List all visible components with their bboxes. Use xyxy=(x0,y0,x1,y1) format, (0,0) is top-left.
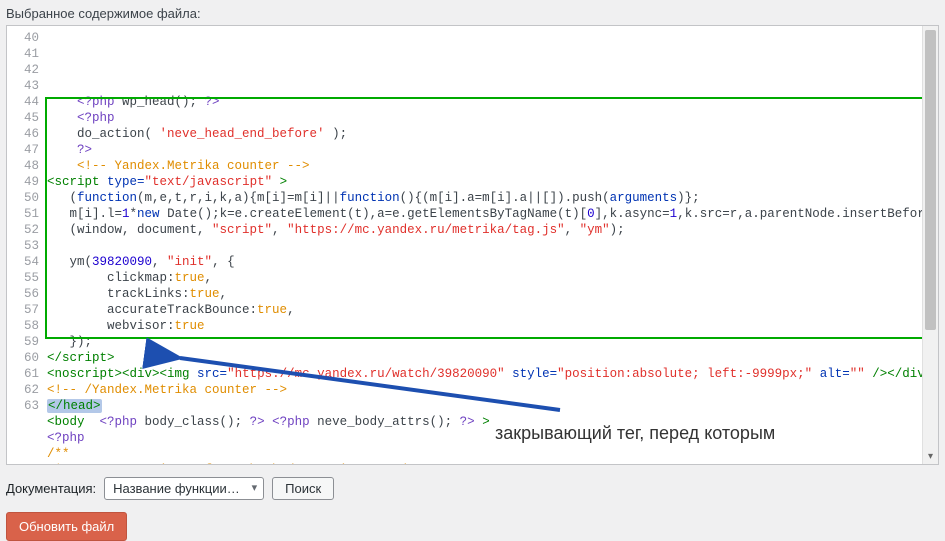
code-line[interactable]: <?php wp_head(); ?> xyxy=(47,94,922,110)
search-button[interactable]: Поиск xyxy=(272,477,334,500)
code-line[interactable]: (function(m,e,t,r,i,k,a){m[i]=m[i]||func… xyxy=(47,190,922,206)
code-line[interactable]: (window, document, "script", "https://mc… xyxy=(47,222,922,238)
line-number: 53 xyxy=(7,238,39,254)
update-file-button[interactable]: Обновить файл xyxy=(6,512,127,541)
code-line[interactable]: }); xyxy=(47,334,922,350)
line-number: 40 xyxy=(7,30,39,46)
line-number: 50 xyxy=(7,190,39,206)
line-number: 57 xyxy=(7,302,39,318)
line-number: 61 xyxy=(7,366,39,382)
code-line[interactable]: <script type="text/javascript" > xyxy=(47,174,922,190)
code-line[interactable]: <body <?php body_class(); ?> <?php neve_… xyxy=(47,414,922,430)
code-editor[interactable]: 4041424344454647484950515253545556575859… xyxy=(6,25,939,465)
line-number: 49 xyxy=(7,174,39,190)
line-number: 58 xyxy=(7,318,39,334)
line-number: 62 xyxy=(7,382,39,398)
line-number: 52 xyxy=(7,222,39,238)
code-line[interactable]: m[i].l=1*new Date();k=e.createElement(t)… xyxy=(47,206,922,222)
code-line[interactable]: trackLinks:true, xyxy=(47,286,922,302)
code-line[interactable]: <!-- /Yandex.Metrika counter --> xyxy=(47,382,922,398)
line-number: 43 xyxy=(7,78,39,94)
code-line[interactable]: </head> xyxy=(47,398,922,414)
code-area[interactable]: закрывающий тег, перед которым нужно вст… xyxy=(47,30,922,464)
line-number: 59 xyxy=(7,334,39,350)
function-select[interactable]: Название функции… xyxy=(104,477,264,500)
code-line[interactable]: webvisor:true xyxy=(47,318,922,334)
code-line[interactable]: </script> xyxy=(47,350,922,366)
panel-label: Выбранное содержимое файла: xyxy=(0,0,945,25)
line-number: 47 xyxy=(7,142,39,158)
line-number: 42 xyxy=(7,62,39,78)
line-gutter: 4041424344454647484950515253545556575859… xyxy=(7,30,47,464)
line-number: 44 xyxy=(7,94,39,110)
vertical-scrollbar[interactable]: ▴ ▾ xyxy=(922,26,938,464)
line-number: 45 xyxy=(7,110,39,126)
line-number: 56 xyxy=(7,286,39,302)
code-line[interactable]: <?php xyxy=(47,430,922,446)
code-line[interactable]: * Executes actions after the body tag is… xyxy=(47,462,922,464)
code-line[interactable]: <?php xyxy=(47,110,922,126)
line-number: 63 xyxy=(7,398,39,414)
line-number: 55 xyxy=(7,270,39,286)
line-number: 54 xyxy=(7,254,39,270)
line-number: 46 xyxy=(7,126,39,142)
line-number: 60 xyxy=(7,350,39,366)
code-line[interactable]: do_action( 'neve_head_end_before' ); xyxy=(47,126,922,142)
line-number: 41 xyxy=(7,46,39,62)
line-number: 51 xyxy=(7,206,39,222)
documentation-row: Документация: Название функции… Поиск xyxy=(0,473,945,508)
code-line[interactable] xyxy=(47,238,922,254)
scrollbar-thumb[interactable] xyxy=(925,30,936,330)
function-select-value: Название функции… xyxy=(113,481,240,496)
code-line[interactable]: ?> xyxy=(47,142,922,158)
scroll-down-arrow[interactable]: ▾ xyxy=(923,448,938,464)
code-line[interactable]: clickmap:true, xyxy=(47,270,922,286)
code-line[interactable]: <!-- Yandex.Metrika counter --> xyxy=(47,158,922,174)
editor-viewport: 4041424344454647484950515253545556575859… xyxy=(7,26,922,464)
code-line[interactable]: <noscript><div><img src="https://mc.yand… xyxy=(47,366,922,382)
code-line[interactable]: accurateTrackBounce:true, xyxy=(47,302,922,318)
documentation-label: Документация: xyxy=(6,481,96,496)
code-line[interactable]: ym(39820090, "init", { xyxy=(47,254,922,270)
code-line[interactable]: /** xyxy=(47,446,922,462)
line-number: 48 xyxy=(7,158,39,174)
